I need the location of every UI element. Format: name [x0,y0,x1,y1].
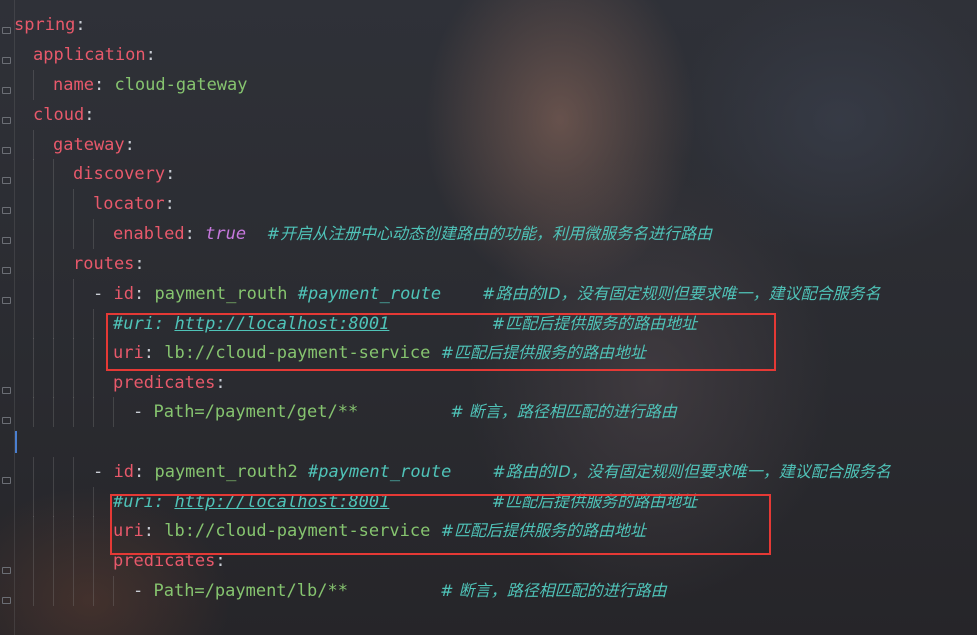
fold-marker-icon[interactable] [2,177,11,184]
code-line: name: cloud-gateway [14,70,248,100]
colon: : [124,135,135,155]
yaml-key: locator [93,194,165,214]
fold-marker-icon[interactable] [2,147,11,154]
fold-marker-icon[interactable] [2,387,11,394]
code-line: cloud: [14,100,94,130]
highlight-box [106,313,776,371]
list-dash: - [133,581,154,601]
yaml-key: id [113,462,134,482]
comment: #路由的ID，没有固定规则但要求唯一，建议配合服务名 [492,462,891,481]
code-line: enabled: true #开启从注册中心动态创建路由的功能，利用微服务名进行… [14,219,712,249]
comment: #payment_route [308,462,452,482]
text-caret [15,431,17,453]
yaml-key: gateway [53,135,125,155]
list-dash: - [93,284,114,304]
yaml-value: cloud-gateway [114,75,248,95]
fold-marker-icon[interactable] [2,477,11,484]
fold-marker-icon[interactable] [2,267,11,274]
yaml-key: application [33,45,146,65]
list-dash: - [93,462,114,482]
yaml-key: discovery [73,164,166,184]
colon: : [145,45,156,65]
yaml-key: routes [73,254,135,274]
comment: #路由的ID，没有固定规则但要求唯一，建议配合服务名 [482,284,881,303]
yaml-key: predicates [113,373,216,393]
yaml-value: payment_routh2 [154,462,298,482]
fold-marker-icon[interactable] [2,597,11,604]
colon: : [93,75,105,95]
code-line: routes: [14,249,145,279]
fold-marker-icon[interactable] [2,297,11,304]
comment: # 断言，路径相匹配的进行路由 [440,581,667,600]
fold-marker-icon[interactable] [2,27,11,34]
code-line: - id: payment_routh #payment_route #路由的I… [14,279,880,309]
fold-marker-icon[interactable] [2,207,11,214]
code-line: discovery: [14,159,175,189]
fold-marker-icon[interactable] [2,567,11,574]
colon: : [184,224,195,244]
colon: : [84,105,95,125]
code-line: gateway: [14,130,135,160]
fold-marker-icon[interactable] [2,417,11,424]
boolean-value: true [205,224,247,244]
fold-marker-icon[interactable] [2,117,11,124]
comment: #payment_route [297,284,442,304]
colon: : [75,15,86,35]
colon: : [165,164,176,184]
yaml-value: Path=/payment/get/** [153,402,359,422]
fold-marker-icon[interactable] [2,57,11,64]
highlight-box [110,494,771,555]
yaml-key: name [53,75,94,95]
code-line: - Path=/payment/get/** # 断言，路径相匹配的进行路由 [14,397,677,427]
comment: #开启从注册中心动态创建路由的功能，利用微服务名进行路由 [266,224,713,243]
colon: : [215,373,226,393]
code-line: - Path=/payment/lb/** # 断言，路径相匹配的进行路由 [14,576,667,606]
yaml-key: enabled [113,224,185,244]
code-line: predicates: [14,368,226,398]
comment: # 断言，路径相匹配的进行路由 [450,402,677,421]
code-editor[interactable]: spring: application: name: cloud-gateway… [0,0,977,635]
yaml-value: payment_routh [154,284,288,304]
yaml-value: Path=/payment/lb/** [153,581,348,601]
code-line: application: [14,40,156,70]
colon: : [133,462,145,482]
code-line: - id: payment_routh2 #payment_route #路由的… [14,457,891,487]
yaml-key: id [113,284,134,304]
colon: : [164,194,175,214]
list-dash: - [133,402,154,422]
code-line: spring: [14,10,86,40]
yaml-key: cloud [33,105,85,125]
fold-marker-icon[interactable] [2,237,11,244]
yaml-key: spring [14,15,76,35]
fold-marker-icon[interactable] [2,87,11,94]
colon: : [133,284,145,304]
colon: : [134,254,145,274]
code-line: locator: [14,189,175,219]
